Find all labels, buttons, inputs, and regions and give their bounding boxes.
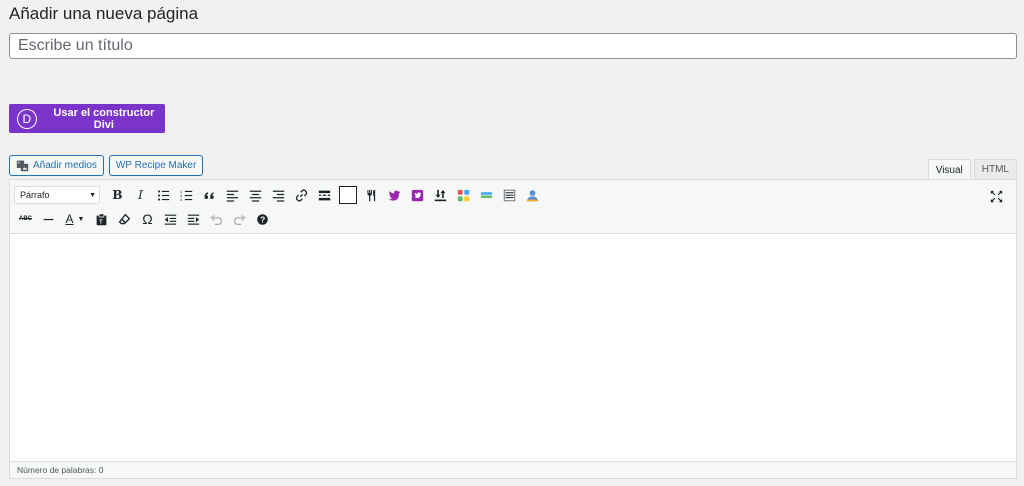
editor-content[interactable]	[10, 234, 1016, 450]
special-character-button[interactable]: Ω	[136, 208, 159, 230]
list-box-icon	[503, 189, 516, 201]
user-icon	[526, 189, 539, 201]
title-input[interactable]	[9, 33, 1017, 59]
fork-knife-icon	[367, 189, 376, 201]
recipe-button[interactable]	[360, 184, 383, 206]
outdent-button[interactable]	[159, 208, 182, 230]
omega-icon: Ω	[142, 211, 153, 227]
clipboard-icon: T	[96, 212, 107, 225]
horizontal-line-icon	[43, 218, 54, 220]
align-center-icon	[249, 190, 262, 202]
twitter-button[interactable]	[383, 184, 406, 206]
list-box-button[interactable]	[498, 184, 521, 206]
bullet-list-icon	[157, 189, 170, 201]
align-right-button[interactable]	[267, 184, 290, 206]
numbered-list-icon: 123	[180, 189, 193, 202]
layers-button[interactable]	[475, 184, 498, 206]
twitter-box-button[interactable]	[406, 184, 429, 206]
undo-icon	[210, 214, 222, 225]
link-icon	[295, 188, 308, 202]
svg-text:3: 3	[180, 197, 183, 202]
user-button[interactable]	[521, 184, 544, 206]
help-icon: ?	[257, 213, 268, 225]
indent-button[interactable]	[182, 208, 205, 230]
clear-formatting-button[interactable]	[113, 208, 136, 230]
media-icon	[16, 160, 29, 172]
strikethrough-icon: ABC	[19, 216, 32, 222]
twitter-box-icon	[411, 189, 424, 201]
fullscreen-button[interactable]	[985, 185, 1008, 207]
insert-link-button[interactable]	[290, 184, 313, 206]
toolbar-toggle-button[interactable]	[339, 186, 357, 204]
wp-recipe-maker-label: WP Recipe Maker	[115, 160, 197, 171]
wp-recipe-maker-button[interactable]: WP Recipe Maker	[108, 155, 204, 176]
blockquote-button[interactable]	[198, 184, 221, 206]
fullscreen-icon	[990, 190, 1003, 202]
svg-text:?: ?	[260, 215, 265, 224]
divi-logo-icon: D	[17, 108, 37, 129]
add-media-label: Añadir medios	[33, 160, 97, 171]
eraser-icon	[118, 213, 131, 224]
media-buttons: Añadir medios WP Recipe Maker	[9, 155, 204, 176]
numbered-list-button[interactable]: 123	[175, 184, 198, 206]
redo-button[interactable]	[228, 208, 251, 230]
read-more-button[interactable]	[313, 184, 336, 206]
editor-statusbar: Número de palabras: 0	[10, 461, 1016, 478]
layers-icon	[480, 191, 493, 198]
align-left-icon	[226, 190, 239, 202]
read-more-icon	[318, 190, 331, 200]
grid-button[interactable]	[452, 184, 475, 206]
undo-button[interactable]	[205, 208, 228, 230]
align-left-button[interactable]	[221, 184, 244, 206]
editor: Párrafo ▼ B I 123 ABC A ▼ T Ω ? Número d…	[9, 179, 1017, 479]
text-color-button[interactable]: A ▼	[60, 208, 90, 230]
horizontal-line-button[interactable]	[37, 208, 60, 230]
quote-icon	[204, 191, 214, 199]
chevron-down-icon: ▼	[77, 215, 85, 223]
bold-button[interactable]: B	[106, 184, 129, 206]
colored-grid-icon	[457, 189, 470, 201]
twitter-icon	[388, 190, 401, 201]
chevron-down-icon: ▼	[89, 191, 96, 199]
download-icon	[434, 189, 447, 201]
help-button[interactable]: ?	[251, 208, 274, 230]
editor-toolbar: Párrafo ▼ B I 123 ABC A ▼ T Ω ?	[10, 180, 1016, 234]
svg-text:T: T	[99, 219, 103, 225]
page-title: Añadir una nueva página	[9, 4, 199, 23]
format-select[interactable]: Párrafo ▼	[14, 186, 100, 204]
editor-tabs: Visual HTML	[927, 159, 1017, 180]
tab-visual[interactable]: Visual	[927, 159, 971, 180]
redo-icon	[234, 214, 246, 225]
align-right-icon	[272, 190, 285, 202]
word-count: Número de palabras: 0	[17, 465, 104, 475]
divi-builder-button[interactable]: D Usar el constructor Divi	[9, 104, 165, 133]
indent-icon	[187, 214, 200, 225]
strikethrough-button[interactable]: ABC	[14, 208, 37, 230]
tab-html[interactable]: HTML	[973, 159, 1017, 179]
add-media-button[interactable]: Añadir medios	[9, 155, 104, 176]
outdent-icon	[164, 214, 177, 225]
text-color-icon: A	[65, 212, 74, 226]
format-select-value: Párrafo	[20, 190, 50, 200]
download-button[interactable]	[429, 184, 452, 206]
paste-text-button[interactable]: T	[90, 208, 113, 230]
italic-button[interactable]: I	[129, 184, 152, 206]
align-center-button[interactable]	[244, 184, 267, 206]
bullet-list-button[interactable]	[152, 184, 175, 206]
divi-button-label: Usar el constructor Divi	[53, 106, 155, 131]
